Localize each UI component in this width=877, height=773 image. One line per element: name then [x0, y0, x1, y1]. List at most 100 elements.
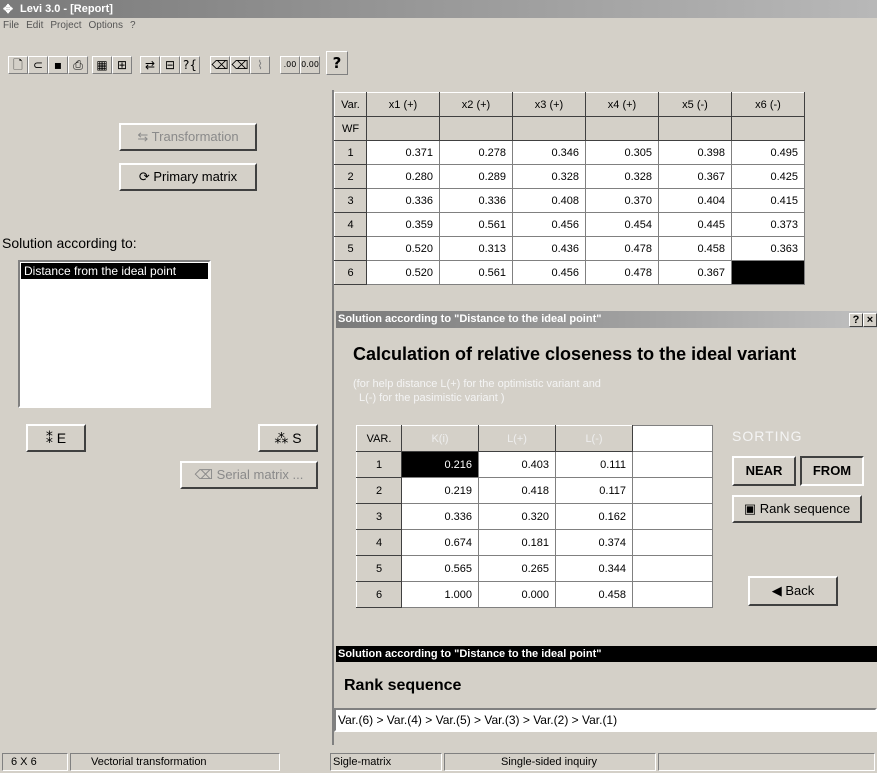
table-cell[interactable]: 0.320	[478, 503, 556, 530]
table-row: 3 0.336 0.320 0.162	[356, 503, 713, 530]
table-cell[interactable]: 0.219	[401, 477, 479, 504]
save-icon[interactable]: ▪	[48, 56, 68, 74]
table-cell[interactable]: 0.436	[512, 236, 586, 261]
table-icon[interactable]: ⊟	[160, 56, 180, 74]
near-button[interactable]: NEAR	[732, 456, 796, 486]
table-cell[interactable]: 0.117	[555, 477, 633, 504]
table-cell[interactable]: 1.000	[401, 581, 479, 608]
wf-cell[interactable]	[439, 116, 513, 141]
rank-sequence-button[interactable]: ▣ Rank sequence	[732, 495, 862, 523]
chart-icon[interactable]: ⌇	[250, 56, 270, 74]
menu-options[interactable]: Options	[85, 18, 126, 31]
wf-cell[interactable]	[366, 116, 440, 141]
table-row: 4 0.359 0.561 0.456 0.454 0.445 0.373	[334, 212, 805, 237]
table-cell[interactable]: 0.289	[439, 164, 513, 189]
wf-cell[interactable]	[731, 116, 805, 141]
transform-icon[interactable]: ⇄	[140, 56, 160, 74]
transformation-button[interactable]: ⇆ Transformation	[119, 123, 257, 151]
table-cell[interactable]: 0.520	[366, 236, 440, 261]
solution-list[interactable]: Distance from the ideal point	[18, 260, 211, 408]
closeness-header-row: VAR. K(i) L(+) L(-)	[356, 425, 713, 452]
table-cell[interactable]: 0.445	[658, 212, 732, 237]
table-cell[interactable]: 0.328	[585, 164, 659, 189]
wf-cell[interactable]	[585, 116, 659, 141]
table-cell[interactable]: 0.458	[555, 581, 633, 608]
row-label: 3	[334, 188, 367, 213]
table-cell[interactable]: 0.328	[512, 164, 586, 189]
table-cell[interactable]: 0.216	[401, 451, 479, 478]
table-cell[interactable]: 0.111	[555, 451, 633, 478]
menu-file[interactable]: File	[0, 18, 23, 31]
table-cell[interactable]: 0.404	[658, 188, 732, 213]
eraser-icon[interactable]: ⌫	[210, 56, 230, 74]
table-cell[interactable]: 0.374	[555, 529, 633, 556]
eraser2-icon[interactable]: ⌫	[230, 56, 250, 74]
table-cell[interactable]: 0.371	[366, 140, 440, 165]
table-cell[interactable]: 0.456	[512, 260, 586, 285]
table-cell[interactable]: 0.265	[478, 555, 556, 582]
table-cell[interactable]: 0.278	[439, 140, 513, 165]
table-cell[interactable]: 0.495	[731, 140, 805, 165]
table-cell[interactable]: 0.359	[366, 212, 440, 237]
table-cell[interactable]: 0.478	[585, 236, 659, 261]
dialog-help-button[interactable]: ?	[849, 313, 863, 327]
from-button[interactable]: FROM	[800, 456, 864, 486]
table-cell[interactable]: 0.162	[555, 503, 633, 530]
table-cell[interactable]: 0.403	[478, 451, 556, 478]
window-title: Levi 3.0 - [Report]	[20, 3, 113, 15]
solution-item-distance[interactable]: Distance from the ideal point	[21, 263, 208, 279]
print-icon[interactable]: ⎙	[68, 56, 88, 74]
table-cell[interactable]: 0.425	[731, 164, 805, 189]
table-cell[interactable]: 0.418	[478, 477, 556, 504]
row-label: 3	[356, 503, 402, 530]
menu-project[interactable]: Project	[47, 18, 85, 31]
table-cell[interactable]: 0.520	[366, 260, 440, 285]
selected-cell[interactable]	[731, 260, 805, 285]
decimal-up-icon[interactable]: 0.00	[300, 56, 320, 74]
table-cell[interactable]: 0.181	[478, 529, 556, 556]
table-cell[interactable]: 0.346	[512, 140, 586, 165]
primary-matrix-button[interactable]: ⟳ Primary matrix	[119, 163, 257, 191]
table-cell[interactable]: 0.336	[439, 188, 513, 213]
table-cell[interactable]: 0.000	[478, 581, 556, 608]
table-cell[interactable]: 0.458	[658, 236, 732, 261]
table-cell[interactable]: 0.336	[401, 503, 479, 530]
table-cell[interactable]: 0.336	[366, 188, 440, 213]
table-cell[interactable]: 0.363	[731, 236, 805, 261]
table-cell[interactable]: 0.280	[366, 164, 440, 189]
table-cell[interactable]: 0.398	[658, 140, 732, 165]
s-button[interactable]: ⁂ S	[258, 424, 318, 452]
table-cell[interactable]: 0.373	[731, 212, 805, 237]
open-folder-icon[interactable]: ⊂	[28, 56, 48, 74]
e-button[interactable]: ⁑ E	[26, 424, 86, 452]
table-cell[interactable]: 0.561	[439, 260, 513, 285]
table-cell[interactable]: 0.305	[585, 140, 659, 165]
help-icon[interactable]: ?	[326, 51, 348, 75]
table-cell[interactable]: 0.674	[401, 529, 479, 556]
matrix-icon[interactable]: ▦	[92, 56, 112, 74]
menu-help[interactable]: ?	[127, 18, 140, 31]
serial-matrix-button[interactable]: ⌫ Serial matrix ...	[180, 461, 318, 489]
table-cell[interactable]: 0.456	[512, 212, 586, 237]
menu-edit[interactable]: Edit	[23, 18, 47, 31]
insert-icon[interactable]: ⊞	[112, 56, 132, 74]
dialog-close-button[interactable]: ×	[863, 313, 877, 327]
table-cell[interactable]: 0.313	[439, 236, 513, 261]
table-cell[interactable]: 0.565	[401, 555, 479, 582]
formula-icon[interactable]: ?{	[180, 56, 200, 74]
rank-sequence-field[interactable]: Var.(6) > Var.(4) > Var.(5) > Var.(3) > …	[334, 708, 877, 732]
decimal-down-icon[interactable]: .00	[280, 56, 300, 74]
table-cell[interactable]: 0.367	[658, 164, 732, 189]
wf-cell[interactable]	[512, 116, 586, 141]
back-button[interactable]: ◀ Back	[748, 576, 838, 606]
table-cell[interactable]: 0.561	[439, 212, 513, 237]
table-cell[interactable]: 0.478	[585, 260, 659, 285]
wf-cell[interactable]	[658, 116, 732, 141]
table-cell[interactable]: 0.454	[585, 212, 659, 237]
table-cell[interactable]: 0.415	[731, 188, 805, 213]
table-cell[interactable]: 0.344	[555, 555, 633, 582]
table-cell[interactable]: 0.408	[512, 188, 586, 213]
table-cell[interactable]: 0.367	[658, 260, 732, 285]
table-cell[interactable]: 0.370	[585, 188, 659, 213]
new-file-icon[interactable]: 🗋	[8, 56, 28, 74]
